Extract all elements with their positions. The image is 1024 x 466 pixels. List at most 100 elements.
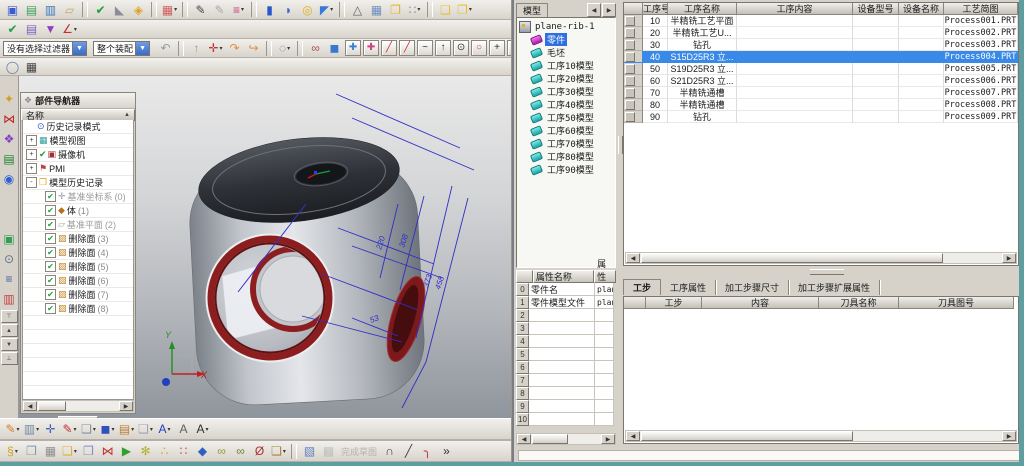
expand-icon[interactable]: + [26,135,37,146]
process-sketch-cell[interactable]: Process006.PRT [944,75,1018,87]
row-header-cell[interactable] [624,39,643,51]
property-name-cell[interactable] [529,374,595,387]
pattern-flag-button[interactable]: ▶ [118,443,135,460]
navigator-item[interactable]: ✔▨删除面(8) [23,302,133,316]
refresh-button[interactable]: ↶ [157,40,174,57]
scroll-up-button[interactable]: ▲ [1,324,18,337]
column-header[interactable]: 工序内容 [737,3,853,15]
property-value-cell[interactable] [595,322,614,335]
roles-icon[interactable]: ▣ [1,230,18,247]
property-value-cell[interactable] [595,374,614,387]
process-row[interactable]: 60S21D25R3 立...Process006.PRT [624,75,1018,87]
property-row-number[interactable]: 4 [516,335,529,348]
operation-no-cell[interactable]: 80 [643,99,668,111]
fit-view-button[interactable]: ▣ [4,1,21,18]
scroll-thumb[interactable] [38,401,66,411]
navigator-item[interactable]: -❐模型历史记录 [23,176,133,190]
table-import-button[interactable]: ▼ [42,21,59,38]
text-tool-button[interactable]: A▾ [156,421,173,438]
process-sketch-cell[interactable]: Process007.PRT [944,87,1018,99]
scroll-track[interactable] [37,401,119,411]
dropdown-caret-icon[interactable]: ▾ [111,426,114,433]
operation-name-cell[interactable]: 半精铣通槽 [668,87,737,99]
cube-link-button[interactable]: ❒ [80,443,97,460]
equipment-model-cell[interactable] [853,39,899,51]
process-sketch-cell[interactable]: Process005.PRT [944,63,1018,75]
row-selector-button[interactable] [625,40,635,50]
expand-icon[interactable]: + [26,163,37,174]
property-row-number[interactable]: 2 [516,309,529,322]
brush-tool-button[interactable]: ◤▾ [318,1,335,18]
triangle-tool-button[interactable]: △ [349,1,366,18]
property-value-cell[interactable] [595,335,614,348]
column-header[interactable]: 设备型号 [853,3,899,15]
equipment-name-cell[interactable] [899,99,944,111]
scroll-track[interactable] [640,431,1002,441]
navigator-item[interactable]: +✔▣摄像机 [23,148,133,162]
property-name-cell[interactable] [529,335,595,348]
snap-multi-button[interactable]: ✚ [345,40,361,56]
operation-name-cell[interactable]: 钻孔 [668,39,737,51]
mirror-constraint-button[interactable]: ⋈ [99,443,116,460]
checkbox-icon[interactable]: ✔ [45,275,56,286]
operation-content-cell[interactable] [737,27,853,39]
tab-scroll-left-icon[interactable]: ◀ [587,3,601,17]
model-tree-item[interactable]: 工序60模型 [517,124,615,137]
navigator-item[interactable]: ✔▨删除面(7) [23,288,133,302]
analysis-tools-button[interactable]: ◣ [111,1,128,18]
operation-no-cell[interactable]: 30 [643,39,668,51]
line-tool-button[interactable]: ╱ [400,443,417,460]
operation-content-cell[interactable] [737,111,853,123]
measure-list-button[interactable]: ≡▾ [230,1,247,18]
snap-endpoint-button[interactable]: ╱ [381,40,397,56]
operation-no-cell[interactable]: 90 [643,111,668,123]
chain-link-button[interactable]: ∞ [213,443,230,460]
equipment-name-cell[interactable] [899,15,944,27]
equipment-name-cell[interactable] [899,51,944,63]
equipment-name-cell[interactable] [899,87,944,99]
property-name-cell[interactable]: 零件模型文件 [529,296,595,309]
property-value-cell[interactable] [595,387,614,400]
glasses-button[interactable]: ∞ [307,40,324,57]
step-table-hscrollbar[interactable]: ◀ ▶ [625,430,1017,442]
selection-filter-combo[interactable]: 没有选择过滤器 ▼ [3,41,87,56]
vector-angle-button[interactable]: ∠▾ [61,21,78,38]
checkbox-icon[interactable]: ✔ [45,191,56,202]
property-name-cell[interactable] [529,413,595,426]
lasso-select-button[interactable]: ◌▾ [276,40,293,57]
snap-midpoint-button[interactable]: ╱ [399,40,415,56]
apply-check-button[interactable]: ✔ [92,1,109,18]
process-row[interactable]: 40S15D25R3 立...Process004.PRT [624,51,1018,63]
layers-pencil-button[interactable]: ▤▾ [118,421,135,438]
column-header[interactable]: 工艺简图 [944,3,1018,15]
combo-dropdown-icon[interactable]: ▼ [135,42,149,55]
process-sketch-cell[interactable]: Process002.PRT [944,27,1018,39]
panel-star-button[interactable]: ▧ [301,443,318,460]
column-header[interactable]: 内容 [702,297,819,309]
constraint-navigator-icon[interactable]: ⋈ [1,110,18,127]
row-header-cell[interactable] [624,111,643,123]
scroll-track[interactable] [640,253,1002,263]
process-row[interactable]: 80半精铣通槽Process008.PRT [624,99,1018,111]
equipment-model-cell[interactable] [853,75,899,87]
snap-center-button[interactable]: ⊙ [453,40,469,56]
cylinder-tool-button[interactable]: ▮ [261,1,278,18]
row-header-cell[interactable] [624,63,643,75]
operation-no-cell[interactable]: 20 [643,27,668,39]
cube-grid-button[interactable]: ❒ [23,443,40,460]
chain-link-11-button[interactable]: ∞ [232,443,249,460]
tab-加工步骤尺寸[interactable]: 加工步骤尺寸 [716,280,789,295]
row-header-cell[interactable] [624,27,643,39]
column-header[interactable]: 工序号 [643,3,668,15]
text-orient-button[interactable]: A▾ [194,421,211,438]
property-row-number[interactable]: 0 [516,283,529,296]
navigator-item[interactable]: ✔▨删除面(5) [23,260,133,274]
extrude-profile-button[interactable]: ▥▾ [23,421,40,438]
cube-arrow-button[interactable]: ❏▾ [80,421,97,438]
property-value-cell[interactable] [595,400,614,413]
grid-sheet-button[interactable]: ▦ [368,1,385,18]
property-row-number[interactable]: 8 [516,387,529,400]
pen-light-button[interactable]: ✎ [211,1,228,18]
property-name-cell[interactable] [529,361,595,374]
web-browser-icon[interactable]: ◉ [1,170,18,187]
